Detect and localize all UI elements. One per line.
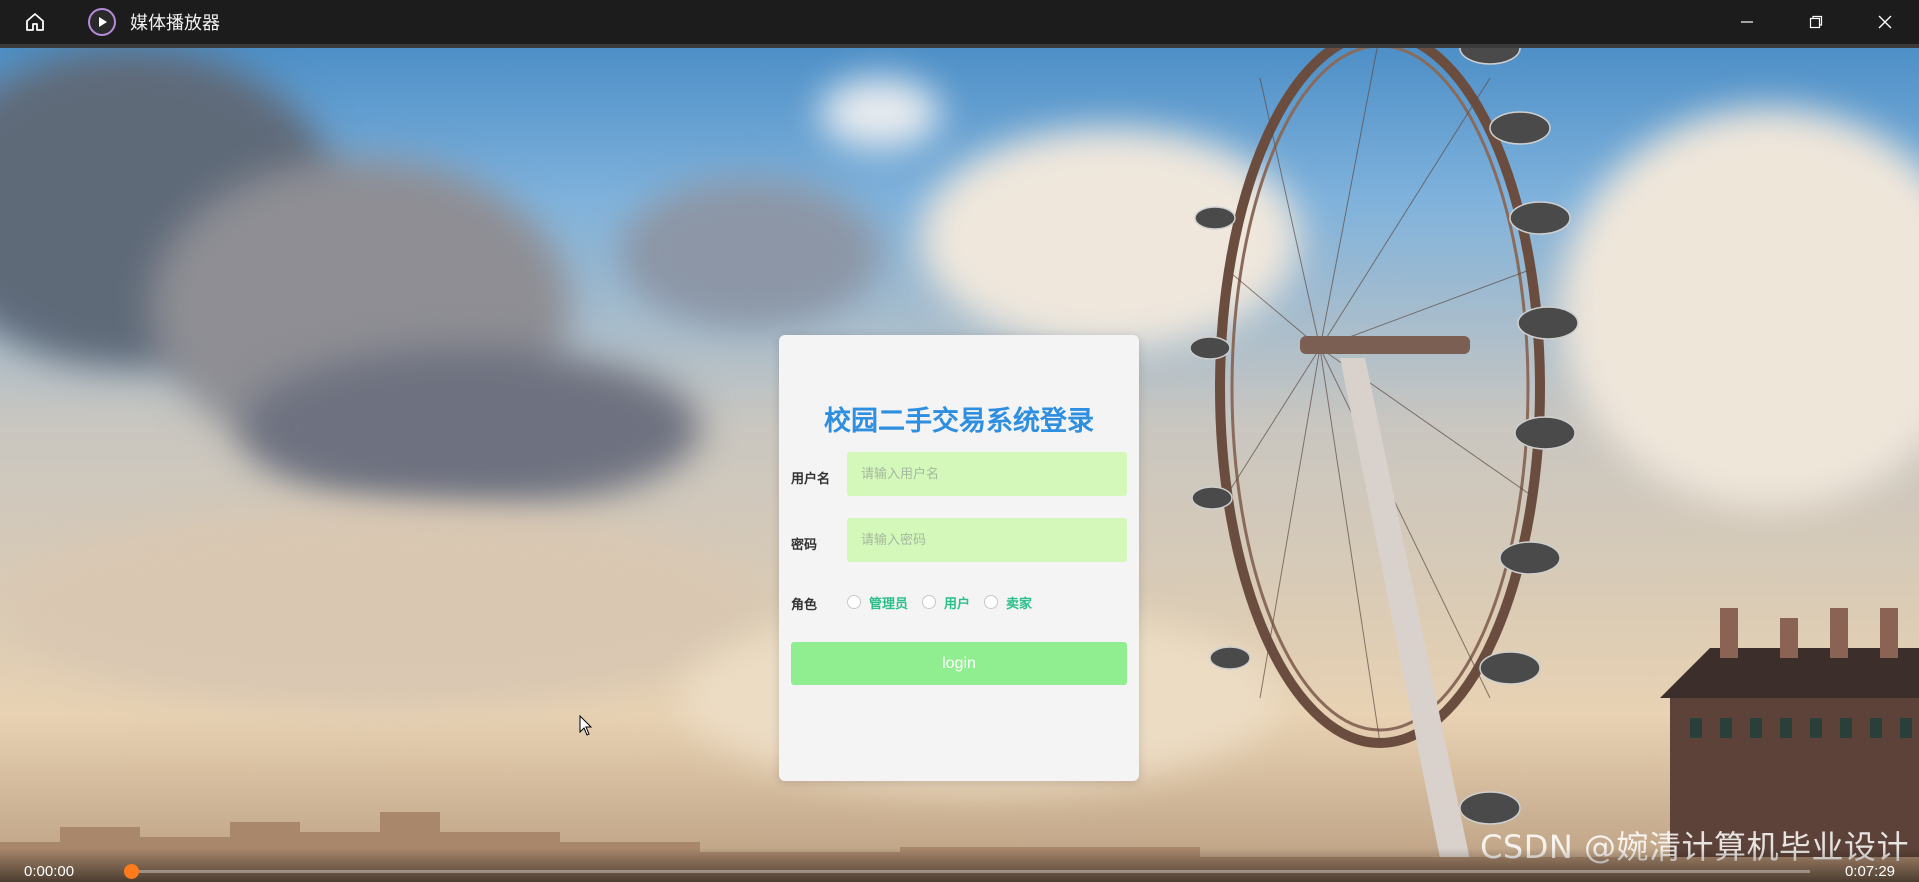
restore-button[interactable] <box>1781 0 1850 44</box>
home-button[interactable] <box>0 0 70 44</box>
restore-icon <box>1809 15 1822 29</box>
minimize-button[interactable] <box>1712 0 1781 44</box>
radio-button[interactable] <box>984 595 999 609</box>
close-icon <box>1878 15 1891 29</box>
role-radio-group: 管理员 用户 卖家 <box>847 592 1046 612</box>
close-button[interactable] <box>1850 0 1919 44</box>
login-card: 校园二手交易系统登录 用户名 密码 角色 管理员 用户 卖家 login <box>779 335 1139 781</box>
current-time: 0:00:00 <box>24 863 75 880</box>
role-option-label: 用户 <box>944 596 971 612</box>
home-icon <box>26 13 44 31</box>
title-bar: 媒体播放器 <box>0 0 1919 48</box>
login-button[interactable]: login <box>791 642 1127 685</box>
role-option-admin[interactable]: 管理员 <box>847 593 908 612</box>
radio-button[interactable] <box>847 595 861 609</box>
cloud-shape <box>620 178 880 328</box>
role-option-user[interactable]: 用户 <box>922 593 970 612</box>
login-heading: 校园二手交易系统登录 <box>824 406 1094 437</box>
role-option-seller[interactable]: 卖家 <box>984 593 1032 612</box>
cloud-shape <box>820 78 940 148</box>
video-frame[interactable]: 校园二手交易系统登录 用户名 密码 角色 管理员 用户 卖家 login CSD… <box>0 48 1919 882</box>
role-label: 角色 <box>791 598 818 613</box>
role-option-label: 管理员 <box>869 596 909 612</box>
password-label: 密码 <box>791 538 818 553</box>
cloud-shape <box>1560 108 1919 508</box>
password-input[interactable] <box>847 518 1127 562</box>
cloud-shape <box>240 348 700 508</box>
ferris-wheel-illustration <box>1190 48 1579 882</box>
seek-thumb[interactable] <box>124 864 139 879</box>
username-label: 用户名 <box>791 472 831 487</box>
window-controls <box>1712 0 1919 44</box>
total-time: 0:07:29 <box>1844 863 1895 880</box>
minimize-icon <box>1740 21 1753 23</box>
play-circle-icon <box>88 8 116 36</box>
radio-button[interactable] <box>922 595 937 609</box>
role-option-label: 卖家 <box>1006 596 1033 612</box>
username-input[interactable] <box>847 452 1127 496</box>
playback-controls: 0:00:00 0:07:29 <box>0 848 1919 882</box>
window-title: 媒体播放器 <box>130 13 220 34</box>
cloud-shape <box>0 508 760 708</box>
mouse-cursor-icon <box>579 715 593 736</box>
seek-bar[interactable] <box>130 870 1810 873</box>
